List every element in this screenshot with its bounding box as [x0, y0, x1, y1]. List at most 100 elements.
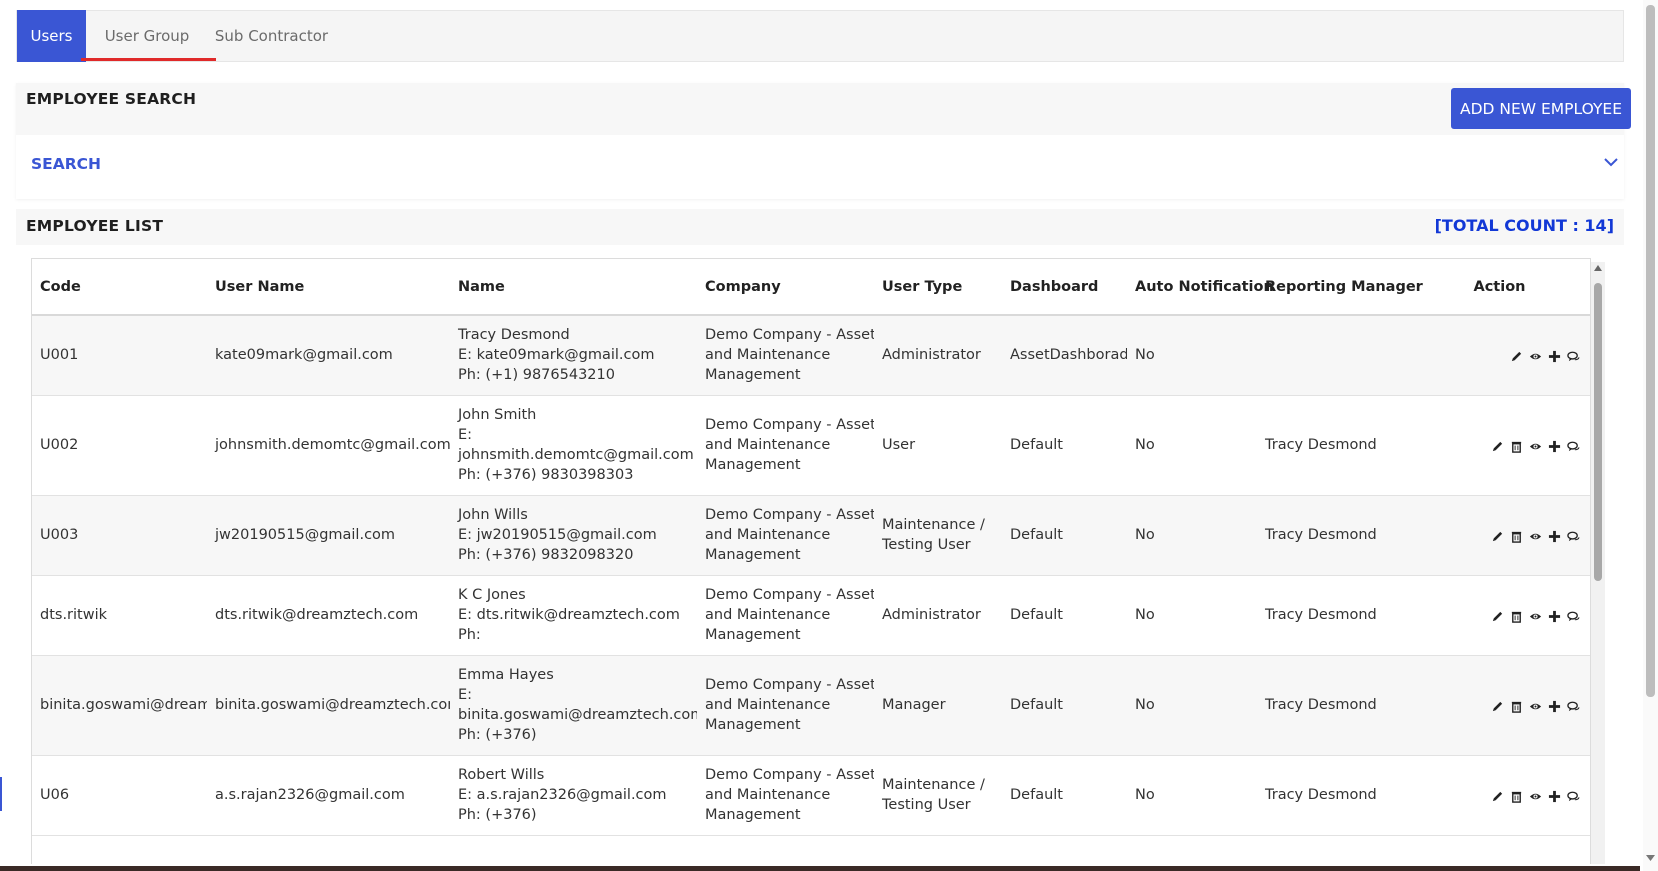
add-icon[interactable]: [1548, 349, 1561, 362]
cell-user-type: Maintenance / Testing User: [874, 755, 1002, 836]
chevron-down-icon[interactable]: [1602, 153, 1620, 171]
view-icon[interactable]: [1529, 349, 1542, 362]
column-header-user-type[interactable]: User Type: [874, 259, 1002, 316]
cell-company: Demo Company - Asset and Maintenance Manag…: [697, 655, 874, 756]
table-scrollbar-thumb[interactable]: [1594, 283, 1602, 581]
edit-icon[interactable]: [1491, 439, 1504, 452]
cell-name-line: Ph: (+376) 9830398303: [458, 467, 634, 483]
view-icon[interactable]: [1529, 609, 1542, 622]
edit-icon[interactable]: [1510, 349, 1523, 362]
cell-company-line: Demo Company - Asset: [705, 677, 874, 693]
cell-user-type-line: Administrator: [882, 607, 981, 623]
cell-user-type-line: User: [882, 437, 916, 453]
cell-company: Demo Company - Asset and Maintenance Manag…: [697, 575, 874, 656]
add-icon[interactable]: [1548, 529, 1561, 542]
cell-username: kate09mark@gmail.com: [207, 315, 450, 396]
search-toggle[interactable]: SEARCH: [31, 155, 101, 173]
column-header-company[interactable]: Company: [697, 259, 874, 316]
edit-icon[interactable]: [1491, 699, 1504, 712]
column-header-name[interactable]: Name: [450, 259, 697, 316]
cell-user-type: User: [874, 395, 1002, 496]
employee-table-body: U001 kate09mark@gmail.com Tracy Desmond E: …: [32, 315, 1590, 836]
table-row: U003 jw20190515@gmail.com John Wills E: jw2…: [32, 495, 1590, 576]
cell-company: Demo Company - Asset and Maintenance Manag…: [697, 395, 874, 496]
add-icon[interactable]: [1548, 609, 1561, 622]
page-scrollbar-thumb[interactable]: [1646, 5, 1655, 697]
cell-company-line: Demo Company - Asset: [705, 417, 874, 433]
cell-company-line: and Maintenance: [705, 607, 831, 623]
comment-icon[interactable]: [1567, 699, 1580, 712]
view-icon[interactable]: [1529, 789, 1542, 802]
cell-company-line: and Maintenance: [705, 787, 831, 803]
delete-icon[interactable]: [1510, 609, 1523, 623]
cell-auto-notification: No: [1127, 755, 1257, 836]
delete-icon[interactable]: [1510, 439, 1523, 453]
cell-name-line: Emma Hayes: [458, 667, 554, 683]
cell-actions: [1407, 755, 1590, 836]
column-header-reporting-manager[interactable]: Reporting Manager: [1257, 259, 1423, 316]
cell-reporting-manager: Tracy Desmond: [1257, 495, 1407, 576]
cell-reporting-manager: Tracy Desmond: [1257, 655, 1407, 756]
add-icon[interactable]: [1548, 789, 1561, 802]
cell-name: John Smith E: johnsmith.demomtc@gmail.com P…: [450, 395, 697, 496]
tab-users[interactable]: Users: [17, 10, 86, 62]
column-header-auto-notification[interactable]: Auto Notification: [1127, 259, 1274, 316]
edit-icon[interactable]: [1491, 789, 1504, 802]
tab-sub-contractor[interactable]: Sub Contractor: [209, 10, 334, 62]
cell-name-line: binita.goswami@dreamztech.com: [458, 707, 697, 723]
employee-search-header: EMPLOYEE SEARCH ADD NEW EMPLOYEE: [16, 83, 1631, 135]
delete-icon[interactable]: [1510, 699, 1523, 713]
cell-user-type-line: Maintenance /: [882, 777, 985, 793]
scroll-down-arrow-icon[interactable]: [1645, 853, 1656, 863]
delete-icon[interactable]: [1510, 789, 1523, 803]
cell-name-line: E: dts.ritwik@dreamztech.com: [458, 607, 680, 623]
cell-name: John Wills E: jw20190515@gmail.com Ph: (+3…: [450, 495, 697, 576]
add-icon[interactable]: [1548, 439, 1561, 452]
view-icon[interactable]: [1529, 529, 1542, 542]
cell-company-line: Management: [705, 457, 801, 473]
column-header-user-name[interactable]: User Name: [207, 259, 450, 316]
view-icon[interactable]: [1529, 699, 1542, 712]
cell-company-line: Demo Company - Asset: [705, 507, 874, 523]
comment-icon[interactable]: [1567, 789, 1580, 802]
cell-name-line: Ph: (+1) 9876543210: [458, 367, 615, 384]
employee-table: Code User Name Name Company User Type Da…: [32, 259, 1590, 836]
cell-reporting-manager: [1257, 315, 1407, 396]
cell-code: dts.ritwik: [32, 575, 207, 656]
cell-company-line: Management: [705, 627, 801, 643]
cell-dashboard: AssetDashborad: [1002, 315, 1127, 396]
table-header-row: Code User Name Name Company User Type Da…: [32, 259, 1590, 316]
edit-icon[interactable]: [1491, 529, 1504, 542]
cell-user-type: Maintenance / Testing User: [874, 495, 1002, 576]
edit-icon[interactable]: [1491, 609, 1504, 622]
cell-company-line: and Maintenance: [705, 697, 831, 713]
employee-search-title: EMPLOYEE SEARCH: [26, 90, 197, 108]
cell-dashboard: Default: [1002, 395, 1127, 496]
table-row: U001 kate09mark@gmail.com Tracy Desmond E: …: [32, 315, 1590, 396]
tab-user-group[interactable]: User Group: [97, 10, 197, 62]
cell-user-type-line: Manager: [882, 697, 946, 713]
cell-code: U001: [32, 315, 207, 396]
scroll-up-arrow-icon[interactable]: [1593, 263, 1603, 273]
cell-user-type: Administrator: [874, 575, 1002, 656]
cell-user-type: Manager: [874, 655, 1002, 756]
table-row: binita.goswami@dream binita.goswami@dream…: [32, 655, 1590, 756]
column-header-code[interactable]: Code: [32, 259, 207, 316]
column-header-dashboard[interactable]: Dashboard: [1002, 259, 1127, 316]
comment-icon[interactable]: [1567, 439, 1580, 452]
cell-name: Tracy Desmond E: kate09mark@gmail.com Ph: …: [450, 315, 697, 396]
table-row: U06 a.s.rajan2326@gmail.com Robert Wills E:…: [32, 755, 1590, 836]
add-new-employee-button[interactable]: ADD NEW EMPLOYEE: [1451, 88, 1631, 129]
comment-icon[interactable]: [1567, 349, 1580, 362]
cell-username: johnsmith.demomtc@gmail.com: [207, 395, 450, 496]
cell-company-line: and Maintenance: [705, 347, 831, 364]
cell-company-line: Management: [705, 717, 801, 733]
cell-auto-notification: No: [1127, 315, 1257, 396]
delete-icon[interactable]: [1510, 529, 1523, 543]
cell-company: Demo Company - Asset and Maintenance Manag…: [697, 755, 874, 836]
add-icon[interactable]: [1548, 699, 1561, 712]
view-icon[interactable]: [1529, 439, 1542, 452]
comment-icon[interactable]: [1567, 529, 1580, 542]
table-row: dts.ritwik dts.ritwik@dreamztech.com K C J…: [32, 575, 1590, 656]
comment-icon[interactable]: [1567, 609, 1580, 622]
